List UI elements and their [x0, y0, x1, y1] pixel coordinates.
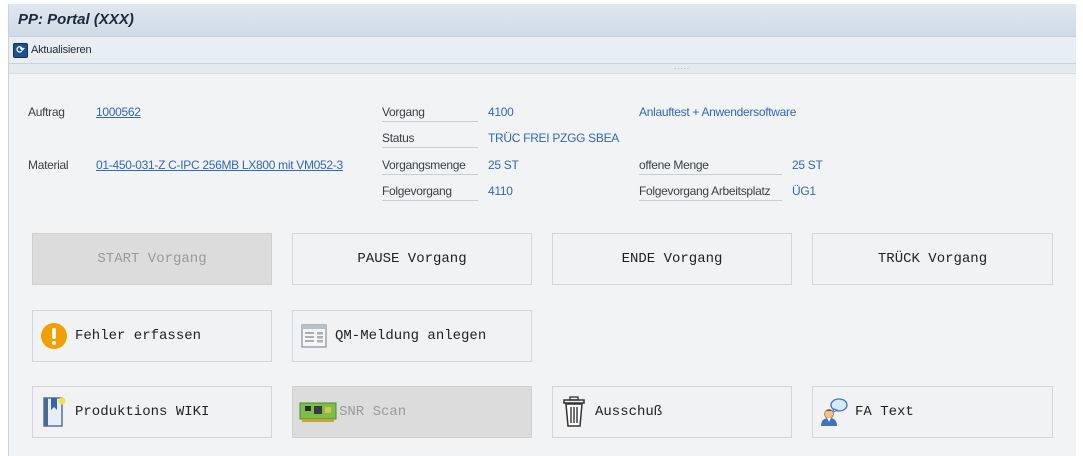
splitter-handle[interactable]: .....: [9, 62, 1076, 74]
folgevorgang-label: Folgevorgang: [382, 184, 478, 201]
trueck-vorgang-button[interactable]: TRÜCK Vorgang: [812, 233, 1053, 285]
vorgangsmenge-label: Vorgangsmenge: [382, 158, 478, 175]
sap-window: PP: Portal (XXX) ⟳ Aktualisieren ..... A…: [8, 4, 1076, 456]
ausschuss-label: Ausschuß: [595, 404, 663, 420]
main-content: Auftrag 1000562 Material 01-450-031-Z C-…: [9, 74, 1076, 456]
trash-icon: [559, 395, 589, 429]
material-label: Material: [28, 158, 69, 172]
warning-icon: [39, 319, 69, 353]
fa-text-label: FA Text: [855, 404, 914, 420]
offene-menge-value: 25 ST: [792, 158, 823, 172]
bookmark-book-icon: [39, 395, 69, 429]
produktions-wiki-label: Produktions WIKI: [75, 404, 210, 420]
qm-meldung-button[interactable]: QM-Meldung anlegen: [292, 310, 532, 362]
window-title: PP: Portal (XXX): [18, 11, 134, 28]
ende-vorgang-label: ENDE Vorgang: [621, 251, 723, 267]
vorgang-text: Anlauftest + Anwendersoftware: [639, 105, 797, 119]
pause-vorgang-label: PAUSE Vorgang: [357, 251, 467, 267]
folgevorgang-value: 4110: [488, 184, 513, 198]
refresh-button[interactable]: ⟳ Aktualisieren: [13, 42, 92, 58]
folgevorgang-arbeitsplatz-label: Folgevorgang Arbeitsplatz: [639, 184, 782, 201]
ausschuss-button[interactable]: Ausschuß: [552, 386, 792, 438]
folgevorgang-arbeitsplatz-value: ÜG1: [792, 184, 816, 198]
start-vorgang-button[interactable]: START Vorgang: [32, 233, 272, 285]
status-value: TRÜC FREI PZGG SBEA: [488, 131, 619, 145]
snr-scan-label: SNR Scan: [339, 404, 407, 420]
fehler-erfassen-label: Fehler erfassen: [75, 328, 202, 344]
trueck-vorgang-label: TRÜCK Vorgang: [877, 251, 988, 267]
fa-text-button[interactable]: FA Text: [812, 386, 1053, 438]
offene-menge-label: offene Menge: [639, 158, 782, 175]
vorgangsmenge-value: 25 ST: [488, 158, 519, 172]
title-bar: PP: Portal (XXX): [9, 4, 1076, 37]
user-speech-icon: [819, 395, 849, 429]
start-vorgang-label: START Vorgang: [97, 251, 207, 267]
status-label: Status: [382, 131, 478, 148]
ende-vorgang-button[interactable]: ENDE Vorgang: [552, 233, 792, 285]
snr-scan-button[interactable]: SNR Scan: [292, 386, 532, 438]
auftrag-label: Auftrag: [28, 105, 65, 119]
vorgang-value: 4100: [488, 105, 514, 119]
fehler-erfassen-button[interactable]: Fehler erfassen: [32, 310, 272, 362]
vorgang-label: Vorgang: [382, 105, 478, 122]
produktions-wiki-button[interactable]: Produktions WIKI: [32, 386, 272, 438]
application-toolbar: ⟳ Aktualisieren: [9, 37, 1076, 64]
splitter-dots: .....: [674, 62, 691, 71]
qm-meldung-label: QM-Meldung anlegen: [335, 328, 487, 344]
refresh-icon: ⟳: [13, 42, 28, 58]
refresh-label: Aktualisieren: [31, 44, 92, 56]
material-link[interactable]: 01-450-031-Z C-IPC 256MB LX800 mit VM052…: [96, 158, 343, 172]
auftrag-link[interactable]: 1000562: [96, 105, 141, 119]
pause-vorgang-button[interactable]: PAUSE Vorgang: [292, 233, 532, 285]
form-document-icon: [299, 319, 329, 353]
circuit-board-icon: [299, 395, 337, 429]
